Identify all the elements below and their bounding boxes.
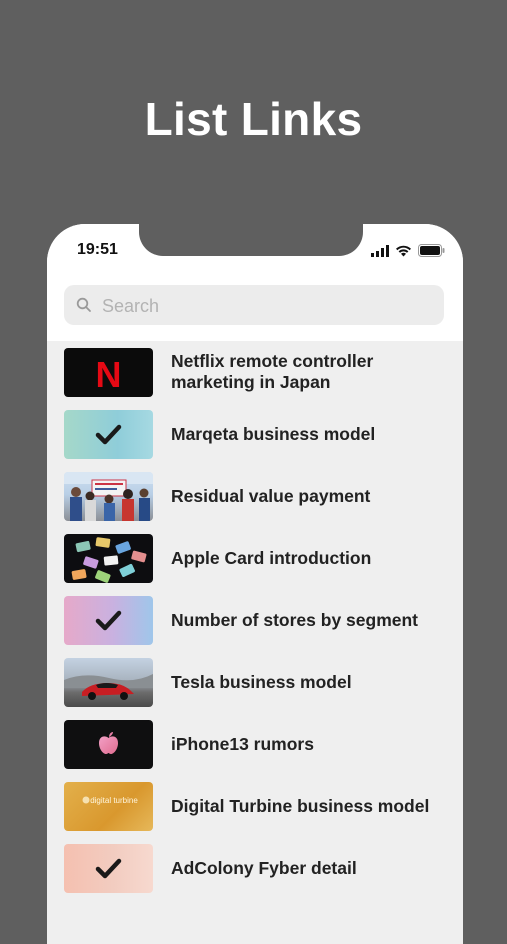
car-photo-icon xyxy=(64,673,153,700)
thumbnail-photo-people xyxy=(64,471,153,521)
thumbnail-photo-turbine: digital turbine xyxy=(64,781,153,831)
thumbnail-netflix: N xyxy=(64,347,153,397)
list-item[interactable]: AdColony Fyber detail xyxy=(47,837,463,899)
wifi-icon xyxy=(396,245,411,256)
list-item[interactable]: digital turbine Digital Turbine business… xyxy=(47,775,463,837)
phone-notch xyxy=(139,224,363,256)
turbine-logo-icon: digital turbine xyxy=(82,796,138,805)
svg-text:digital turbine: digital turbine xyxy=(90,796,138,805)
search-bar[interactable] xyxy=(64,285,444,327)
list-item[interactable]: iPhone13 rumors xyxy=(47,713,463,775)
list-item-label: Number of stores by segment xyxy=(171,609,418,630)
list-item-label: Residual value payment xyxy=(171,485,371,506)
cards-photo-icon xyxy=(71,536,147,583)
checkmark-icon xyxy=(95,610,122,630)
list-item[interactable]: Residual value payment xyxy=(47,465,463,527)
thumbnail-photo-car xyxy=(64,657,153,707)
list-item-label: Digital Turbine business model xyxy=(171,795,430,816)
search-input[interactable] xyxy=(100,285,434,327)
list-item[interactable]: Number of stores by segment xyxy=(47,589,463,651)
thumbnail-photo-apple xyxy=(64,719,153,769)
list-item[interactable]: N Netflix remote controller marketing in… xyxy=(47,341,463,403)
thumbnail-gradient-teal xyxy=(64,409,153,459)
promo-title: List Links xyxy=(144,93,363,145)
netflix-logo-icon: N xyxy=(96,354,122,395)
list-item[interactable]: Tesla business model xyxy=(47,651,463,713)
list-item-label: iPhone13 rumors xyxy=(171,733,314,754)
status-icons xyxy=(371,244,445,257)
people-photo-icon xyxy=(64,471,153,521)
phone-frame: 19:51 Search N Netflix remote controller… xyxy=(47,224,463,944)
list-item-label: Apple Card introduction xyxy=(171,547,372,568)
thumbnail-gradient-pink xyxy=(64,595,153,645)
thumbnail-photo-cards xyxy=(64,533,153,583)
svg-text:N: N xyxy=(96,354,122,395)
status-time: 19:51 xyxy=(77,241,118,258)
search-icon xyxy=(76,297,91,312)
list-item-label: Netflix remote controller marketing in J… xyxy=(171,351,374,392)
list-item-label: AdColony Fyber detail xyxy=(171,857,357,878)
apple-logo-icon xyxy=(99,731,118,754)
list-item[interactable]: Marqeta business model xyxy=(47,403,463,465)
list-item-label: Marqeta business model xyxy=(171,423,376,444)
checkmark-icon xyxy=(95,858,122,878)
battery-icon xyxy=(418,244,445,257)
list-item[interactable]: Apple Card introduction xyxy=(47,527,463,589)
list-item-label: Tesla business model xyxy=(171,671,352,692)
thumbnail-gradient-peach xyxy=(64,843,153,893)
link-list: N Netflix remote controller marketing in… xyxy=(47,341,463,899)
checkmark-icon xyxy=(95,424,122,444)
signal-icon xyxy=(371,244,389,257)
phone-header: 19:51 xyxy=(47,224,463,341)
